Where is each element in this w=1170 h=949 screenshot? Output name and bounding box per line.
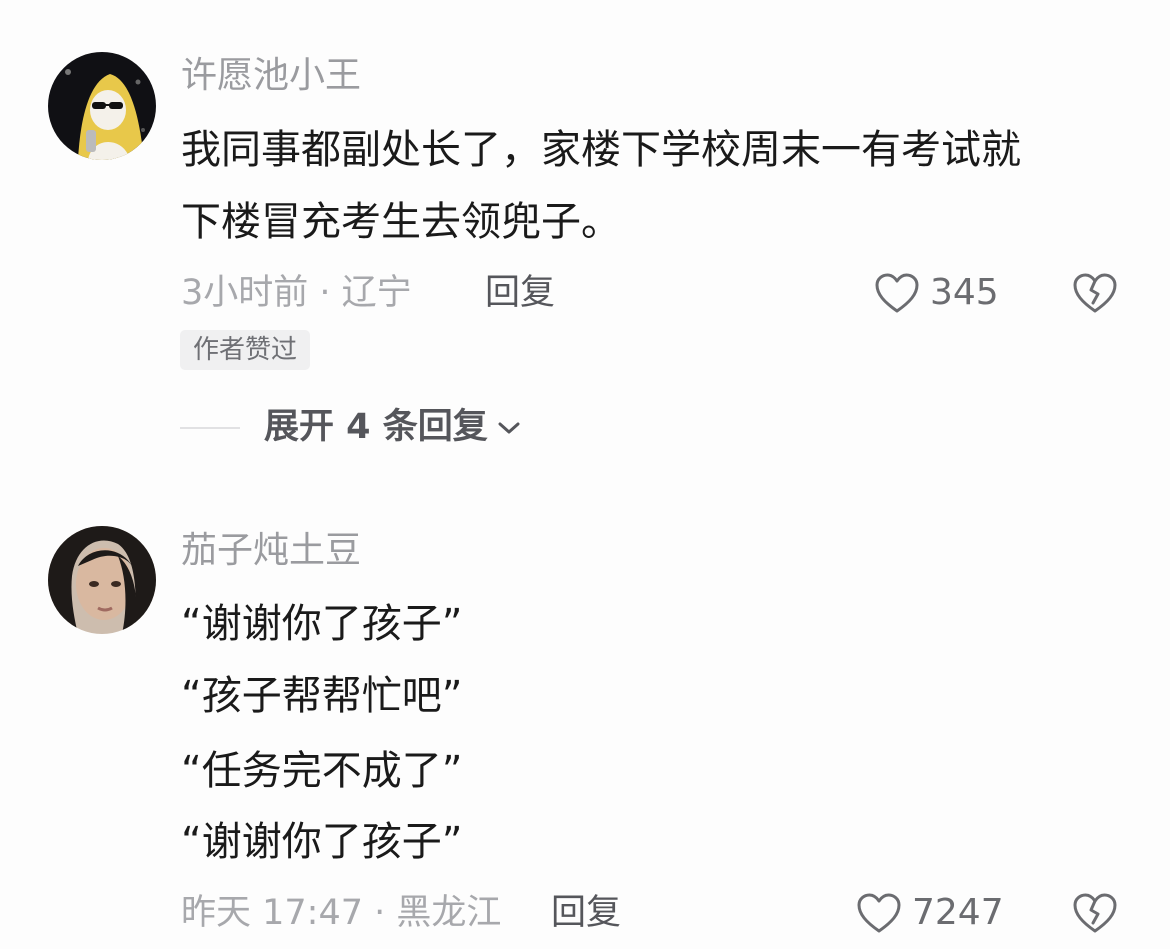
comment-text-line: “谢谢你了孩子” [181,601,463,647]
like-count: 7247 [912,892,1004,933]
portrait-avatar-image [48,526,156,634]
comment-2: 茄子炖土豆 “谢谢你了孩子” “孩子帮帮忙吧” “任务完不成了” “谢谢你了孩子… [0,0,1170,949]
comment-text-line: “谢谢你了孩子” [181,819,463,865]
avatar[interactable] [48,526,156,634]
broken-heart-icon [1073,893,1117,933]
like-button[interactable]: 7247 [856,892,1004,934]
comment-time-location: 昨天 17:47 · 黑龙江 [181,893,502,933]
comment-text-line: “孩子帮帮忙吧” [181,673,463,719]
reply-button[interactable]: 回复 [551,896,621,931]
comment-text-line: “任务完不成了” [181,748,463,794]
username[interactable]: 茄子炖土豆 [181,533,361,569]
dislike-button[interactable] [1072,892,1118,938]
heart-outline-icon [857,893,901,933]
